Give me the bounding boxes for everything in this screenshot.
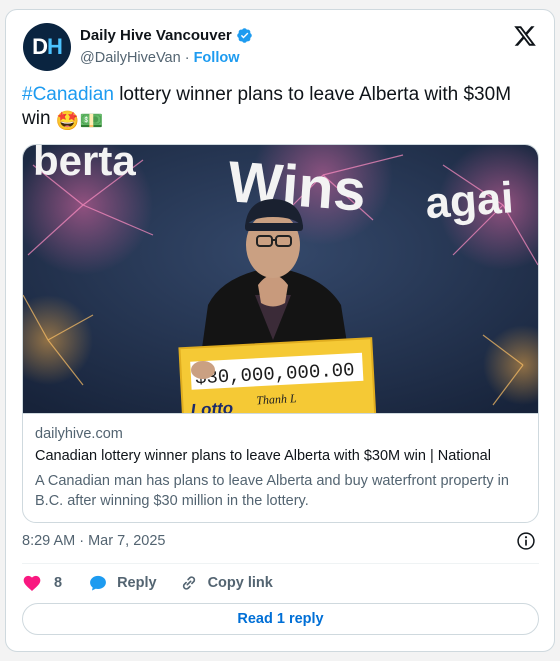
cheque-name: Thanh L bbox=[256, 391, 297, 407]
link-description: A Canadian man has plans to leave Albert… bbox=[35, 473, 509, 509]
dollar-bills-emoji-icon: 💵 bbox=[79, 111, 104, 132]
avatar-letter-h: H bbox=[47, 34, 63, 59]
like-button[interactable]: 8 bbox=[22, 573, 62, 593]
avatar-letter-d: D bbox=[32, 34, 48, 59]
x-logo-icon[interactable] bbox=[513, 24, 537, 48]
copy-link-label: Copy link bbox=[207, 575, 273, 591]
cheque-brand: Lotto bbox=[190, 399, 233, 413]
photo-word-left: berta bbox=[33, 145, 136, 184]
action-bar: 8 Reply Copy link bbox=[22, 571, 273, 595]
reply-bubble-icon bbox=[90, 575, 106, 591]
avatar[interactable]: DH bbox=[23, 23, 71, 71]
article-photo: berta Wins agai $30,000,000.00 Thanh L L… bbox=[23, 145, 538, 413]
copy-link-button[interactable]: Copy link bbox=[179, 573, 273, 593]
handle[interactable]: @DailyHiveVan bbox=[80, 50, 181, 66]
tweet-text: #Canadian lottery winner plans to leave … bbox=[22, 83, 542, 134]
follow-button[interactable]: Follow bbox=[194, 50, 240, 66]
link-title: Canadian lottery winner plans to leave A… bbox=[35, 448, 491, 464]
hashtag-link[interactable]: #Canadian bbox=[22, 84, 114, 105]
link-preview-card[interactable]: berta Wins agai $30,000,000.00 Thanh L L… bbox=[22, 144, 539, 523]
handle-row: @DailyHiveVan · Follow bbox=[80, 50, 240, 66]
reply-button[interactable]: Reply bbox=[88, 573, 157, 593]
name-row: Daily Hive Vancouver bbox=[80, 27, 253, 44]
link-icon bbox=[182, 576, 195, 590]
reply-label: Reply bbox=[117, 575, 157, 591]
divider bbox=[22, 563, 539, 564]
like-count: 8 bbox=[54, 575, 63, 591]
read-reply-button[interactable]: Read 1 reply bbox=[22, 603, 539, 635]
star-struck-emoji-icon: 🤩 bbox=[55, 111, 80, 132]
link-info: dailyhive.com Canadian lottery winner pl… bbox=[23, 413, 538, 522]
verified-badge-icon bbox=[236, 28, 252, 43]
tweet-card: DH Daily Hive Vancouver @DailyHiveVan · … bbox=[5, 9, 555, 652]
timestamp[interactable]: 8:29 AM · Mar 7, 2025 bbox=[22, 533, 165, 549]
link-domain: dailyhive.com bbox=[35, 426, 123, 442]
heart-icon bbox=[23, 575, 41, 591]
separator: · bbox=[180, 50, 194, 66]
info-icon[interactable] bbox=[516, 531, 536, 551]
display-name[interactable]: Daily Hive Vancouver bbox=[80, 27, 232, 44]
photo-word-right: agai bbox=[424, 173, 515, 228]
